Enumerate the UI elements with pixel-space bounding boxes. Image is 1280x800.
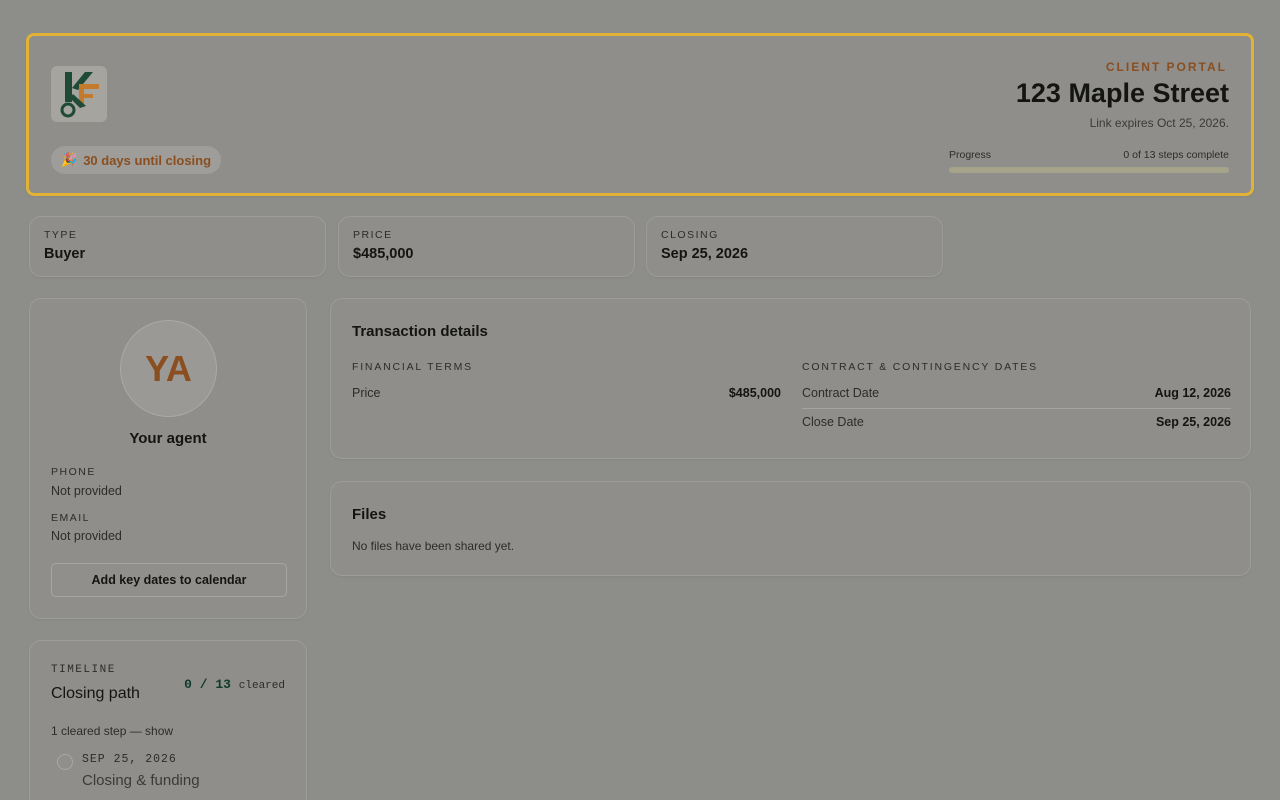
files-card: Files No files have been shared yet. xyxy=(330,481,1251,576)
timeline-count-suffix: cleared xyxy=(238,680,285,692)
contract-dates-label: CONTRACT & CONTINGENCY DATES xyxy=(802,361,1038,373)
timeline-count-value: 0 / 13 xyxy=(184,677,231,692)
portal-header: 🎉 30 days until closing CLIENT PORTAL 12… xyxy=(26,33,1254,196)
kv-key: Close Date xyxy=(802,415,864,429)
email-value: Not provided xyxy=(51,529,122,543)
kv-value: Aug 12, 2026 xyxy=(1154,386,1231,400)
timeline-label: TIMELINE xyxy=(51,664,116,676)
kv-value: Sep 25, 2026 xyxy=(1155,415,1231,429)
agent-avatar: YA xyxy=(120,320,217,417)
stat-card-closing: CLOSING Sep 25, 2026 xyxy=(646,216,943,277)
show-cleared-steps-toggle[interactable]: 1 cleared step — show xyxy=(51,724,173,738)
phone-value: Not provided xyxy=(51,484,122,498)
agent-title: Your agent xyxy=(129,430,207,447)
progress-section: Progress 0 of 13 steps complete xyxy=(949,149,1229,173)
kv-value: $485,000 xyxy=(728,386,781,400)
stat-value: $485,000 xyxy=(353,246,414,262)
closing-countdown-badge: 🎉 30 days until closing xyxy=(51,146,222,174)
link-expiry-text: Link expires Oct 25, 2026. xyxy=(1089,116,1229,130)
stat-value: Buyer xyxy=(44,246,86,262)
date-row-contract: Contract Date Aug 12, 2026 xyxy=(802,386,1231,400)
files-empty-message: No files have been shared yet. xyxy=(352,539,515,553)
stat-label: PRICE xyxy=(353,229,393,241)
timeline-card: TIMELINE Closing path 0 / 13 cleared 1 c… xyxy=(29,640,307,800)
transaction-details-card: Transaction details FINANCIAL TERMS Pric… xyxy=(330,298,1251,459)
transaction-details-title: Transaction details xyxy=(352,323,488,340)
stat-value: Sep 25, 2026 xyxy=(661,246,749,262)
stat-card-price: PRICE $485,000 xyxy=(338,216,635,277)
stat-label: CLOSING xyxy=(661,229,719,241)
divider xyxy=(802,408,1231,409)
progress-label: Progress xyxy=(949,149,992,161)
step-name: Closing & funding xyxy=(82,772,200,789)
portal-label: CLIENT PORTAL xyxy=(1105,60,1227,74)
timeline-title: Closing path xyxy=(51,685,140,702)
kv-key: Contract Date xyxy=(802,386,880,400)
stat-label: TYPE xyxy=(44,229,78,241)
date-row-close: Close Date Sep 25, 2026 xyxy=(802,415,1231,429)
add-to-calendar-button[interactable]: Add key dates to calendar xyxy=(51,563,287,597)
progress-status: 0 of 13 steps complete xyxy=(1123,149,1229,161)
financial-terms-label: FINANCIAL TERMS xyxy=(352,361,473,373)
step-date: SEP 25, 2026 xyxy=(82,753,177,766)
stat-card-type: TYPE Buyer xyxy=(29,216,326,277)
files-title: Files xyxy=(352,506,387,523)
step-status-circle-icon xyxy=(57,754,73,770)
closing-countdown-text: 30 days until closing xyxy=(83,152,212,168)
kf-logo xyxy=(51,66,107,122)
phone-label: PHONE xyxy=(51,466,96,478)
kv-key: Price xyxy=(352,386,381,400)
party-popper-icon: 🎉 xyxy=(61,152,78,167)
agent-card: YA Your agent PHONE Not provided EMAIL N… xyxy=(29,298,307,619)
timeline-count: 0 / 13 cleared xyxy=(184,677,285,692)
email-label: EMAIL xyxy=(51,512,91,524)
progress-bar xyxy=(949,167,1229,173)
financial-row-price: Price $485,000 xyxy=(352,386,781,400)
property-address: 123 Maple Street xyxy=(1015,78,1229,108)
